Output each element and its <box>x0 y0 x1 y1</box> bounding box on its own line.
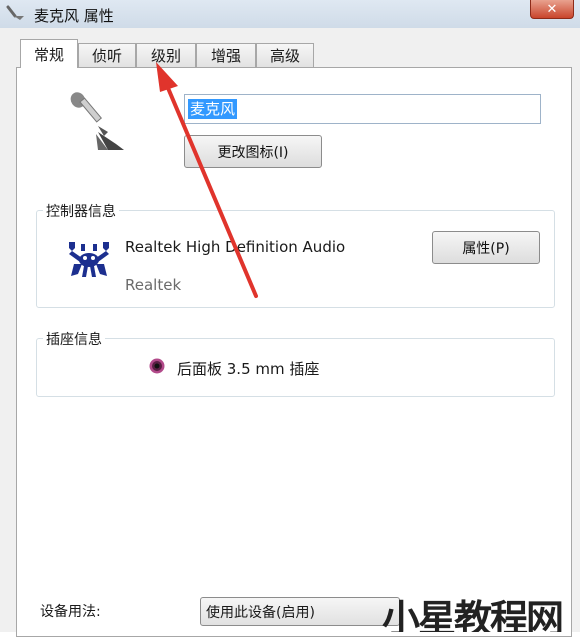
window-title: 麦克风 属性 <box>34 7 114 25</box>
device-name-selected-text: 麦克风 <box>188 99 238 119</box>
change-icon-button[interactable]: 更改图标(I) <box>184 135 322 168</box>
jack-info-heading: 插座信息 <box>43 329 105 349</box>
realtek-crab-icon <box>69 242 109 277</box>
tab-enhancements[interactable]: 增强 <box>196 43 256 67</box>
tab-label: 增强 <box>210 47 241 65</box>
tab-label: 高级 <box>269 47 300 65</box>
tab-label: 常规 <box>33 45 64 64</box>
device-usage-label: 设备用法: <box>40 604 101 620</box>
jack-description: 后面板 3.5 mm 插座 <box>177 360 320 378</box>
controller-info-heading: 控制器信息 <box>43 201 119 221</box>
window-titlebar: 麦克风 属性 ✕ <box>0 0 580 29</box>
microphone-icon <box>6 5 24 20</box>
device-usage-value: 使用此设备(启用) <box>206 604 315 621</box>
device-name-input[interactable]: 麦克风 <box>184 94 541 124</box>
watermark-text: 小星教程网 <box>382 597 564 632</box>
tab-label: 级别 <box>150 47 181 65</box>
tab-general[interactable]: 常规 <box>20 39 78 68</box>
tab-advanced[interactable]: 高级 <box>256 43 314 67</box>
device-usage-select[interactable]: 使用此设备(启用) <box>200 597 400 626</box>
change-icon-label: 更改图标(I) <box>217 144 289 161</box>
properties-label: 属性(P) <box>462 240 510 257</box>
controller-vendor: Realtek <box>125 276 182 294</box>
tab-label: 侦听 <box>91 47 122 65</box>
close-button[interactable]: ✕ <box>530 0 574 19</box>
controller-name: Realtek High Definition Audio <box>125 238 346 256</box>
controller-properties-button[interactable]: 属性(P) <box>432 231 540 264</box>
close-icon: ✕ <box>546 1 558 17</box>
tab-levels[interactable]: 级别 <box>136 43 196 67</box>
microphone-icon <box>70 92 124 150</box>
audio-jack-icon <box>149 358 165 374</box>
tab-listen[interactable]: 侦听 <box>78 43 136 67</box>
